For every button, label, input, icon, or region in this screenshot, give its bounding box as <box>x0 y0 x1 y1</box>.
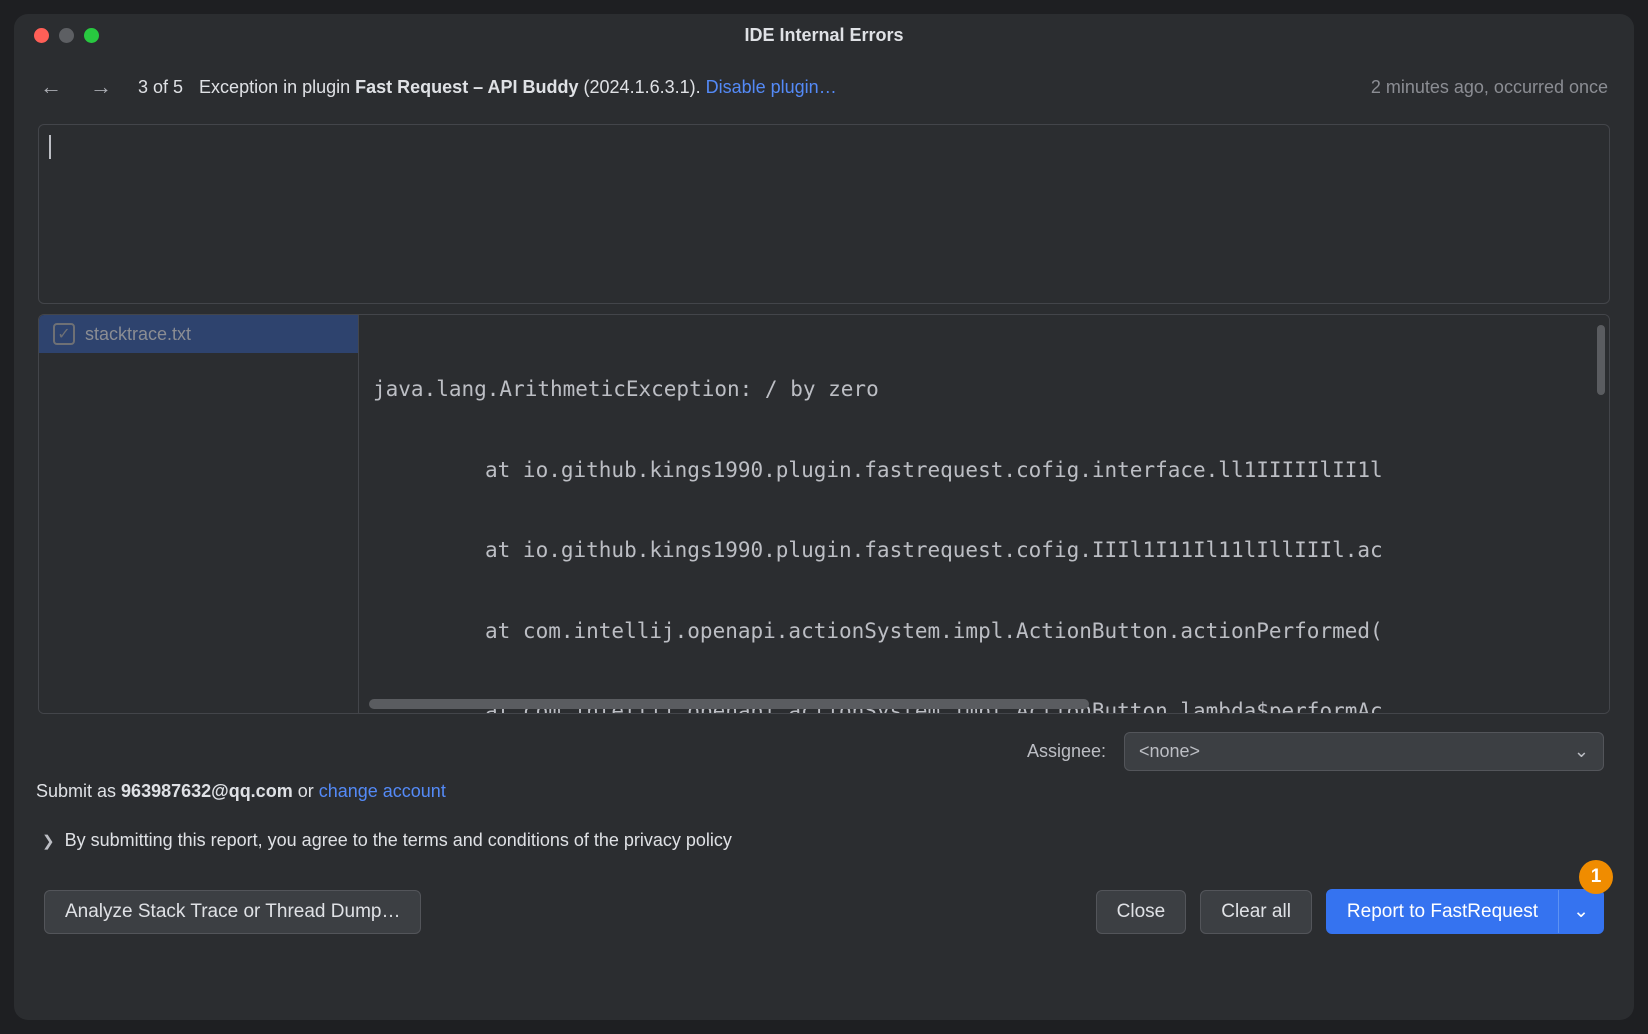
attachment-label: stacktrace.txt <box>85 324 191 345</box>
assignee-select[interactable]: <none> ⌄ <box>1124 732 1604 771</box>
button-row: Analyze Stack Trace or Thread Dump… Clos… <box>14 861 1634 964</box>
attachment-list: ✓ stacktrace.txt <box>39 315 359 713</box>
titlebar: IDE Internal Errors <box>14 14 1634 56</box>
attachment-item[interactable]: ✓ stacktrace.txt <box>39 315 358 353</box>
report-button[interactable]: 1 Report to FastRequest ⌄ <box>1326 889 1604 934</box>
stack-line: at io.github.kings1990.plugin.fastreques… <box>373 534 1595 567</box>
vertical-scrollbar[interactable] <box>1597 325 1605 395</box>
assignee-row: Assignee: <none> ⌄ <box>14 726 1634 775</box>
prev-arrow-icon[interactable]: ← <box>40 74 62 100</box>
stack-line: at io.github.kings1990.plugin.fastreques… <box>373 454 1595 487</box>
traffic-lights <box>34 28 99 43</box>
change-account-link[interactable]: change account <box>319 781 446 801</box>
report-dropdown-toggle[interactable]: ⌄ <box>1558 890 1603 933</box>
next-arrow-icon[interactable]: → <box>90 74 112 100</box>
attachments-split: ✓ stacktrace.txt java.lang.ArithmeticExc… <box>38 314 1610 714</box>
annotation-badge: 1 <box>1579 860 1613 894</box>
window-title: IDE Internal Errors <box>30 25 1618 46</box>
plugin-name: Fast Request – API Buddy <box>355 77 578 97</box>
privacy-row[interactable]: ❯ By submitting this report, you agree t… <box>14 810 1634 861</box>
analyze-button[interactable]: Analyze Stack Trace or Thread Dump… <box>44 890 421 934</box>
header-row: ← → 3 of 5 Exception in plugin Fast Requ… <box>14 56 1634 112</box>
close-button[interactable]: Close <box>1096 890 1187 934</box>
submit-prefix: Submit as <box>36 781 121 801</box>
stacktrace-viewer[interactable]: java.lang.ArithmeticException: / by zero… <box>359 315 1609 713</box>
assignee-label: Assignee: <box>1027 741 1106 762</box>
assignee-value: <none> <box>1139 741 1200 762</box>
privacy-text: By submitting this report, you agree to … <box>65 830 732 851</box>
error-dialog: IDE Internal Errors ← → 3 of 5 Exception… <box>14 14 1634 1020</box>
attachment-checkbox[interactable]: ✓ <box>53 323 75 345</box>
submit-or: or <box>293 781 319 801</box>
error-summary: Exception in plugin Fast Request – API B… <box>199 77 1355 98</box>
submit-email: 963987632@qq.com <box>121 781 293 801</box>
report-button-label: Report to FastRequest <box>1327 891 1558 933</box>
plugin-version: (2024.1.6.3.1). <box>579 77 706 97</box>
clear-all-button[interactable]: Clear all <box>1200 890 1312 934</box>
description-textarea[interactable] <box>38 124 1610 304</box>
horizontal-scrollbar[interactable] <box>369 699 1089 709</box>
maximize-window-icon[interactable] <box>84 28 99 43</box>
error-counter: 3 of 5 <box>138 77 183 98</box>
stack-line: java.lang.ArithmeticException: / by zero <box>373 373 1595 406</box>
nav-arrows: ← → <box>40 74 112 100</box>
error-timestamp: 2 minutes ago, occurred once <box>1371 77 1608 98</box>
close-window-icon[interactable] <box>34 28 49 43</box>
disable-plugin-link[interactable]: Disable plugin… <box>706 77 837 97</box>
error-prefix: Exception in plugin <box>199 77 355 97</box>
submit-as-row: Submit as 963987632@qq.com or change acc… <box>14 775 1634 810</box>
chevron-right-icon: ❯ <box>42 832 55 850</box>
chevron-down-icon: ⌄ <box>1574 741 1589 762</box>
stack-line: at com.intellij.openapi.actionSystem.imp… <box>373 615 1595 648</box>
minimize-window-icon[interactable] <box>59 28 74 43</box>
text-cursor <box>49 135 51 159</box>
